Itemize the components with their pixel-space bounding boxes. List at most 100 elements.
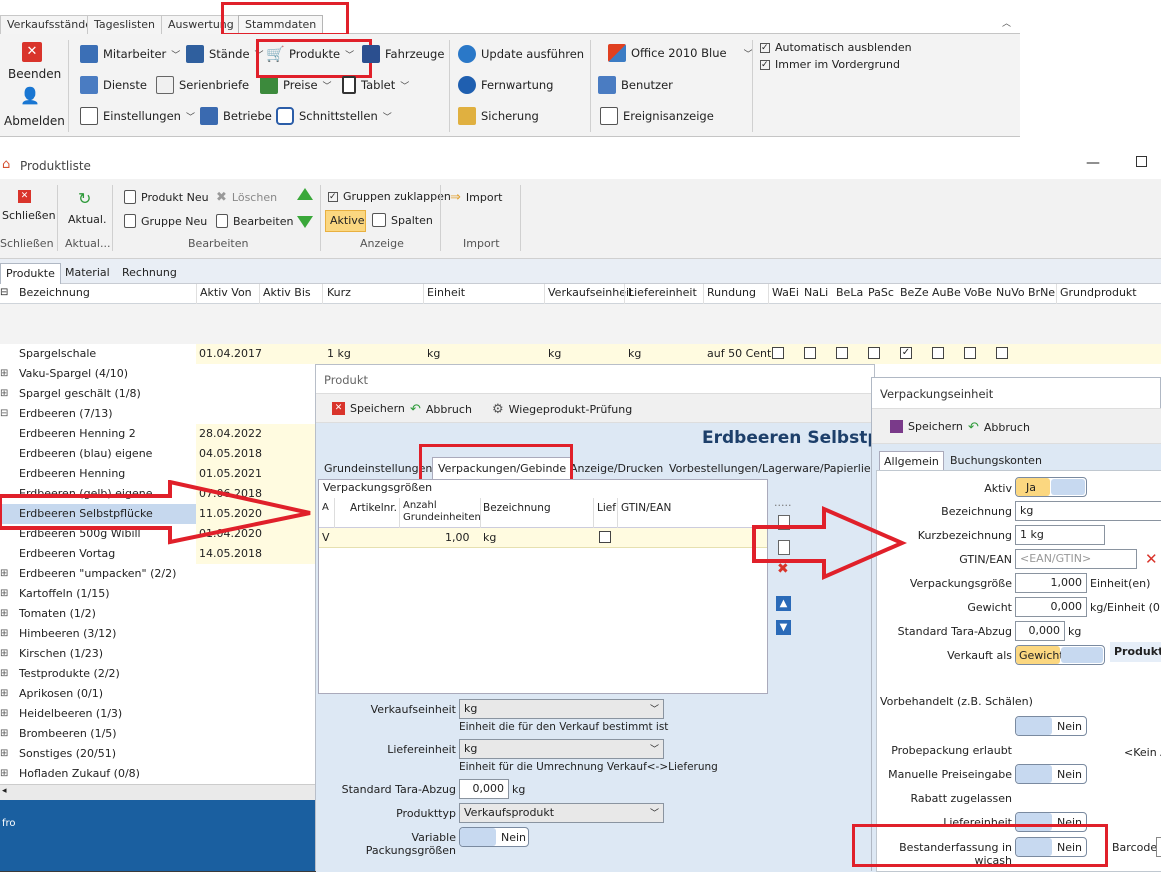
tab-tageslisten[interactable]: Tageslisten [87,15,163,34]
vpe-tara-input[interactable]: 0,000 [1015,621,1065,641]
dienste-button[interactable]: Dienste [80,76,147,94]
col-aktiv-bis[interactable]: Aktiv Bis [263,286,311,299]
manuell-toggle[interactable]: Nein [1015,764,1087,784]
benutzer-button[interactable]: Benutzer [598,76,673,94]
spalten-button[interactable]: Spalten [372,213,433,227]
maximize-icon[interactable] [1136,156,1147,167]
update-button[interactable]: Update ausführen [458,45,584,63]
col-aktiv-von[interactable]: Aktiv Von [200,286,252,299]
col-brne[interactable]: BrNe [1028,286,1055,299]
tab-material[interactable]: Material [60,263,115,284]
lief-checkbox[interactable] [599,531,611,543]
flag-checkbox[interactable]: ✓ [900,347,912,359]
vorbehandelt-toggle[interactable]: Nein [1015,716,1087,736]
tablet-button[interactable]: Tablet ﹀ [342,76,409,94]
row-up-icon[interactable]: ▲ [776,596,791,611]
always-front-checkbox[interactable]: ✓ Immer im Vordergrund [760,58,900,71]
gruppen-zuklappen-checkbox[interactable]: ✓ Gruppen zuklappen [328,190,451,203]
list-item[interactable]: Spargelschale 01.04.2017 1 kg kg kg kg auf 50 … [0,344,1161,364]
bearbeiten-button[interactable]: Bearbeiten [216,214,293,228]
schliessen-button[interactable]: Schließen [2,209,56,222]
clear-gtin-icon[interactable]: ✕ [1145,550,1158,568]
flag-checkbox[interactable] [964,347,976,359]
wiege-pruefung-button[interactable]: ⚙ Wiegeprodukt-Prüfung [492,402,632,417]
preise-button[interactable]: Preise ﹀ [260,76,332,94]
col-nali[interactable]: NaLi [804,286,828,299]
variable-toggle[interactable]: Nein [459,827,529,847]
fahrzeuge-button[interactable]: Fahrzeuge [362,45,444,63]
groesse-input[interactable]: 1,000 [1015,573,1087,593]
speichern-button[interactable]: ✕ Speichern [332,402,405,415]
gruppe-neu-button[interactable]: Gruppe Neu [124,214,207,228]
vpe-speichern-button[interactable]: Speichern [890,420,963,433]
staende-button[interactable]: Stände ﹀ [186,45,264,63]
col-bezeichnung[interactable]: Bezeichnung [19,286,90,299]
expand-icon[interactable]: ⊞ [0,628,8,639]
aktual-button[interactable]: Aktual. [68,213,106,226]
col-lief[interactable]: Lief [597,502,616,514]
beenden-button[interactable]: Beenden [8,67,61,81]
expand-icon[interactable]: ⊞ [0,568,8,579]
col-rundung[interactable]: Rundung [707,286,756,299]
vpe-abbruch-button[interactable]: ↶ Abbruch [968,420,1030,435]
import-button[interactable]: ⇒ Import [450,190,502,205]
collapse-all-icon[interactable]: ⊟ [0,287,8,298]
gewicht-input[interactable]: 0,000 [1015,597,1087,617]
expand-icon[interactable]: ⊞ [0,708,8,719]
col-liefereinheit[interactable]: Liefereinheit [628,286,697,299]
expand-icon[interactable]: ⊞ [0,748,8,759]
col-a[interactable]: A [322,502,329,513]
tab-vorbestellungen[interactable]: Vorbestellungen/Lagerware/Papierliefersc… [669,462,876,475]
expand-icon[interactable]: ⊞ [0,768,8,779]
col-aube[interactable]: AuBe [932,286,961,299]
row-down-icon[interactable]: ▼ [776,620,791,635]
auto-hide-checkbox[interactable]: ✓ Automatisch ausblenden [760,41,912,54]
kurzbezeichnung-input[interactable]: 1 kg [1015,525,1105,545]
col-einheit[interactable]: Einheit [427,286,465,299]
tara-input[interactable]: 0,000 [459,779,509,799]
produktb-tab[interactable]: Produktb [1110,642,1161,662]
aktive-toggle[interactable]: Aktive [325,210,366,232]
close-icon[interactable]: ✕ [18,190,31,203]
close-icon[interactable]: ✕ [22,42,42,62]
col-vobe[interactable]: VoBe [964,286,992,299]
schnittstellen-button[interactable]: Schnittstellen ﹀ [276,107,392,125]
move-up-icon[interactable] [297,188,313,200]
tab-verkaufsstaende[interactable]: Verkaufsstände [0,15,99,34]
col-artikelnr[interactable]: Artikelnr. [350,502,397,514]
expand-icon[interactable]: ⊞ [0,728,8,739]
sicherung-button[interactable]: Sicherung [458,107,539,125]
einstellungen-button[interactable]: Einstellungen ﹀ [80,107,195,125]
tab-allgemein[interactable]: Allgemein [879,451,944,471]
flag-checkbox[interactable] [996,347,1008,359]
move-down-icon[interactable] [297,216,313,228]
abbruch-button[interactable]: ↶ Abbruch [410,402,472,417]
flag-checkbox[interactable] [868,347,880,359]
tab-anzeige-drucken[interactable]: Anzeige/Drucken [570,462,663,475]
flag-checkbox[interactable] [932,347,944,359]
col-beze[interactable]: BeZe [900,286,929,299]
col-nuvo[interactable]: NuVo [996,286,1025,299]
minimize-icon[interactable]: — [1086,155,1100,171]
refresh-icon[interactable]: ↻ [78,189,91,208]
loeschen-button[interactable]: ✖ Löschen [216,190,277,205]
col-waei[interactable]: WaEi [772,286,799,299]
horizontal-scrollbar[interactable]: ◂ [0,784,316,800]
mitarbeiter-button[interactable]: Mitarbeiter ﹀ [80,45,180,63]
table-row[interactable]: V 1,00 kg [319,528,767,548]
fernwartung-button[interactable]: Fernwartung [458,76,553,94]
list-item[interactable]: ⊟Spargel (11/14) [0,304,1161,324]
produkt-neu-button[interactable]: Produkt Neu [124,190,209,204]
col-bela[interactable]: BeLa [836,286,863,299]
col-verkaufseinheit[interactable]: Verkaufseinheit [548,286,633,299]
logout-user-icon[interactable]: 👤 [20,86,42,108]
betriebe-button[interactable]: Betriebe [200,107,272,125]
expand-icon[interactable]: ⊞ [0,648,8,659]
flag-checkbox[interactable] [772,347,784,359]
aktiv-toggle[interactable]: Ja [1015,477,1087,497]
tab-grundeinstellungen[interactable]: Grundeinstellungen [324,462,432,475]
expand-icon[interactable]: ⊞ [0,668,8,679]
col-bezeichnung[interactable]: Bezeichnung [483,502,551,514]
collapse-icon[interactable]: ⊟ [0,408,8,419]
expand-icon[interactable]: ⊞ [0,388,8,399]
